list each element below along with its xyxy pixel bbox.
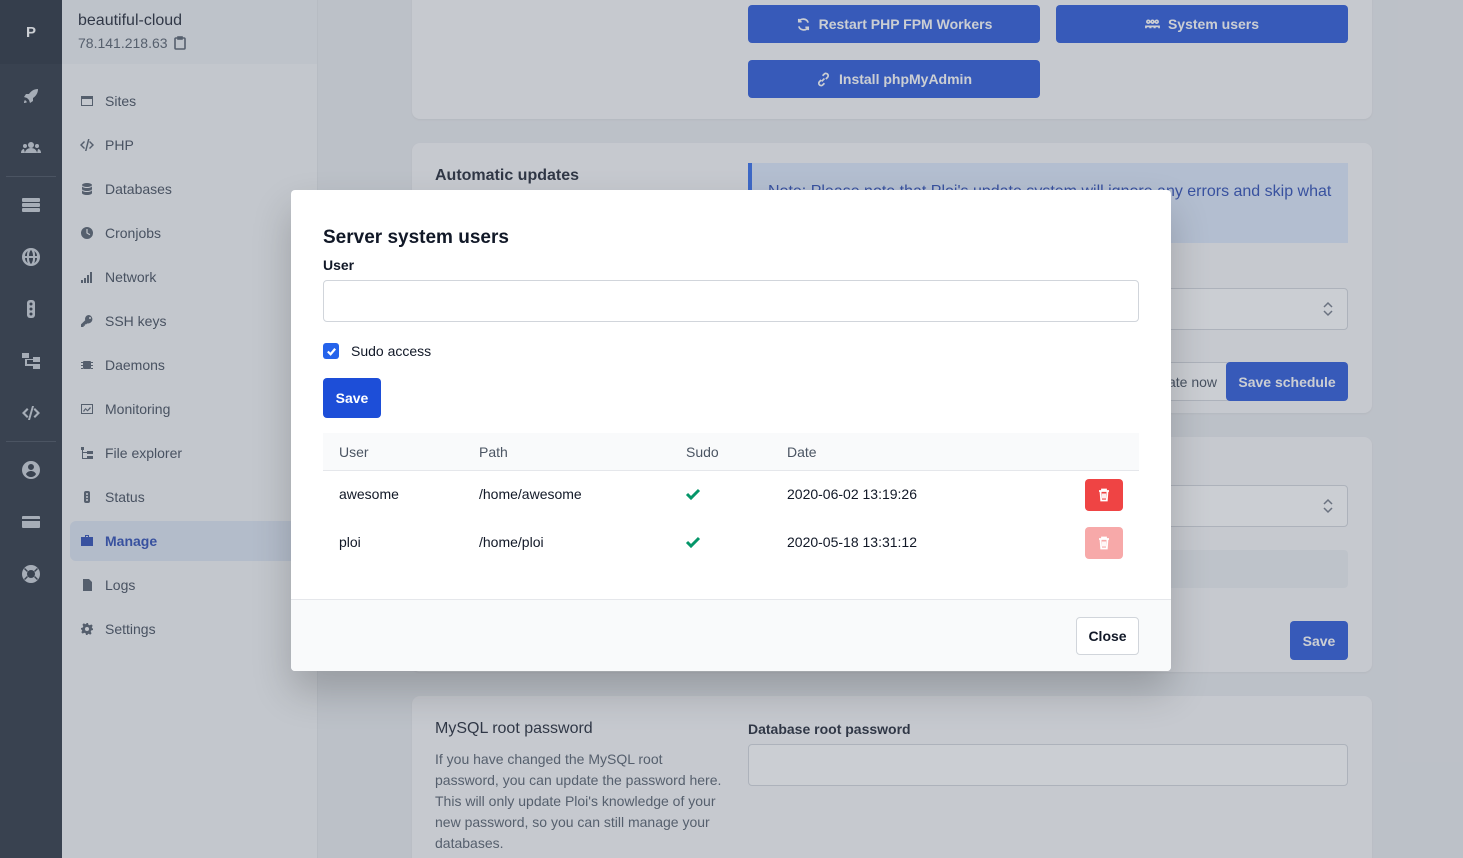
column-header-sudo: Sudo [686, 444, 719, 460]
row-path: /home/ploi [479, 534, 544, 550]
user-field-label: User [323, 257, 355, 273]
trash-icon [1099, 536, 1109, 550]
modal-footer: Close [291, 599, 1171, 671]
user-input[interactable] [323, 280, 1139, 322]
delete-user-button[interactable] [1085, 479, 1123, 511]
column-header-user: User [339, 444, 369, 460]
sudo-access-row[interactable]: Sudo access [323, 343, 431, 359]
modal-title: Server system users [323, 227, 509, 248]
column-header-path: Path [479, 444, 508, 460]
table-row: ploi /home/ploi 2020-05-18 13:31:12 [323, 519, 1139, 567]
close-button[interactable]: Close [1076, 617, 1139, 655]
modal-save-button[interactable]: Save [323, 378, 381, 418]
column-header-date: Date [787, 444, 817, 460]
row-user: awesome [339, 486, 399, 502]
users-table-header: User Path Sudo Date [323, 433, 1139, 471]
checkmark-icon [326, 347, 336, 356]
trash-icon [1099, 488, 1109, 502]
table-row: awesome /home/awesome 2020-06-02 13:19:2… [323, 471, 1139, 519]
sudo-access-label: Sudo access [351, 343, 432, 359]
sudo-access-checkbox[interactable] [323, 343, 339, 359]
check-icon [685, 486, 701, 502]
row-date: 2020-06-02 13:19:26 [787, 486, 917, 502]
system-users-modal: Server system users User Sudo access Sav… [291, 190, 1171, 671]
row-date: 2020-05-18 13:31:12 [787, 534, 917, 550]
row-user: ploi [339, 534, 361, 550]
row-path: /home/awesome [479, 486, 582, 502]
check-icon [685, 534, 701, 550]
delete-user-button-disabled [1085, 527, 1123, 559]
